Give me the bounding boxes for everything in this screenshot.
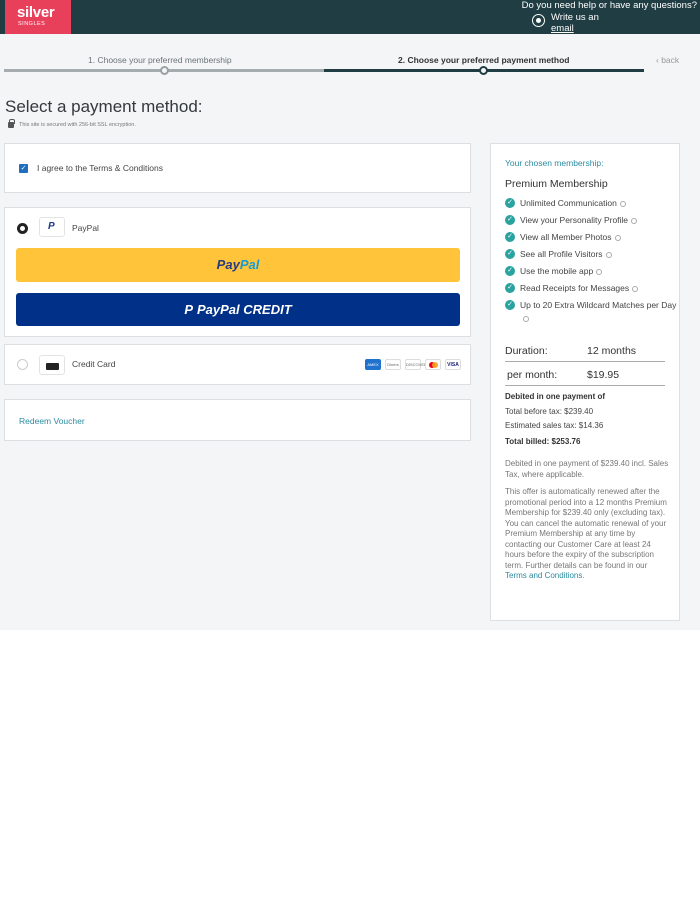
feature-item: ✓ Read Receipts for Messages: [505, 282, 677, 299]
check-icon: ✓: [505, 215, 515, 225]
paypal-credit-button[interactable]: P PayPal CREDIT: [16, 293, 460, 326]
paypal-section: P PayPal PayPal P PayPal CREDIT: [4, 207, 471, 337]
feature-text: Up to 20 Extra Wildcard Matches per Day: [520, 300, 677, 310]
terms-label[interactable]: I agree to the Terms & Conditions: [37, 163, 163, 173]
top-header: silver SINGLES Do you need help or have …: [0, 0, 700, 34]
duration-label: Duration:: [505, 345, 548, 357]
chosen-membership-label: Your chosen membership:: [505, 158, 604, 168]
help-email-icon: [532, 14, 545, 27]
email-link[interactable]: email: [551, 23, 599, 34]
back-link[interactable]: ‹ back: [656, 55, 679, 65]
divider: [505, 385, 665, 386]
lock-icon: [8, 119, 15, 128]
paypal-button-pay: Pay: [216, 257, 240, 272]
info-icon[interactable]: [596, 268, 603, 275]
check-icon: ✓: [505, 300, 515, 310]
redeem-voucher-link[interactable]: Redeem Voucher: [19, 416, 85, 426]
step-1-label[interactable]: 1. Choose your preferred membership: [88, 55, 232, 65]
plan-name: Premium Membership: [505, 178, 608, 190]
check-icon: ✓: [505, 198, 515, 208]
total-billed: Total billed: $253.76: [505, 437, 581, 446]
help-question: Do you need help or have any questions?: [521, 0, 697, 11]
terms-section: ✓ I agree to the Terms & Conditions: [4, 143, 471, 193]
credit-card-icon: [39, 355, 65, 375]
info-icon[interactable]: [632, 285, 639, 292]
total-before-tax: Total before tax: $239.40: [505, 407, 594, 416]
feature-text: Unlimited Communication: [520, 198, 617, 208]
credit-card-section: Credit Card AMEX Diners DISCOVER VISA: [4, 344, 471, 385]
divider: [505, 361, 665, 362]
feature-text: View your Personality Profile: [520, 215, 629, 225]
paypal-button[interactable]: PayPal: [16, 248, 460, 282]
write-us-label: Write us an: [551, 12, 599, 23]
renewal-note: This offer is automatically renewed afte…: [505, 487, 671, 582]
estimated-sales-tax: Estimated sales tax: $14.36: [505, 421, 604, 430]
info-icon[interactable]: [619, 200, 626, 207]
feature-item: ✓ Unlimited Communication: [505, 197, 677, 214]
debited-title: Debited in one payment of: [505, 392, 606, 401]
amex-logo-icon: AMEX: [365, 359, 381, 370]
feature-text: See all Profile Visitors: [520, 249, 603, 259]
duration-row: Duration: 12 months: [505, 345, 665, 357]
credit-card-label[interactable]: Credit Card: [72, 359, 115, 369]
info-icon[interactable]: [631, 217, 638, 224]
mastercard-logo-icon: [425, 359, 441, 370]
ssl-note: This site is secured with 256-bit SSL en…: [19, 122, 136, 128]
debit-note: Debited in one payment of $239.40 incl. …: [505, 459, 669, 479]
discover-logo-icon: DISCOVER: [405, 359, 427, 370]
paypal-button-pal: Pal: [239, 257, 260, 272]
voucher-section: Redeem Voucher: [4, 399, 471, 441]
check-icon: ✓: [505, 283, 515, 293]
info-icon[interactable]: [614, 234, 621, 241]
renewal-text: This offer is automatically renewed afte…: [505, 487, 667, 570]
paypal-credit-label: PayPal CREDIT: [197, 302, 292, 317]
logo-subtext: SINGLES: [18, 21, 46, 27]
paypal-label[interactable]: PayPal: [72, 223, 99, 233]
check-icon: ✓: [505, 266, 515, 276]
feature-list: ✓ Unlimited Communication ✓ View your Pers…: [505, 197, 677, 329]
step-2-label: 2. Choose your preferred payment method: [398, 55, 570, 65]
renewal-period: .: [582, 571, 585, 580]
credit-card-radio[interactable]: [17, 359, 28, 370]
feature-item: ✓ View all Member Photos: [505, 231, 677, 248]
feature-item: ✓ Use the mobile app: [505, 265, 677, 282]
logo-text: silver: [17, 4, 55, 21]
check-icon: ✓: [505, 249, 515, 259]
feature-text: Use the mobile app: [520, 266, 594, 276]
step-1-dot[interactable]: [160, 66, 169, 75]
feature-text: Read Receipts for Messages: [520, 283, 630, 293]
step-2-dot: [479, 66, 488, 75]
silver-singles-logo[interactable]: silver SINGLES: [5, 0, 71, 34]
paypal-icon: P: [39, 217, 65, 237]
feature-text: View all Member Photos: [520, 232, 612, 242]
paypal-radio[interactable]: [17, 223, 28, 234]
membership-summary: Your chosen membership: Premium Membersh…: [490, 143, 680, 621]
info-icon[interactable]: [523, 315, 529, 322]
check-icon: ✓: [505, 232, 515, 242]
info-icon[interactable]: [605, 251, 612, 258]
page-title: Select a payment method:: [5, 97, 203, 116]
write-us-text: Write us an email: [551, 12, 599, 34]
feature-item: ✓ See all Profile Visitors: [505, 248, 677, 265]
terms-checkbox[interactable]: ✓: [19, 164, 28, 173]
visa-logo-icon: VISA: [445, 359, 461, 370]
per-month-value: $19.95: [587, 369, 620, 381]
feature-item: ✓ View your Personality Profile: [505, 214, 677, 231]
duration-value: 12 months: [587, 345, 637, 357]
per-month-row: per month: $19.95: [507, 369, 667, 381]
terms-conditions-link[interactable]: Terms and Conditions: [505, 571, 582, 580]
per-month-label: per month:: [507, 369, 558, 381]
paypal-p-icon: P: [184, 302, 193, 317]
feature-item: ✓ Up to 20 Extra Wildcard Matches per Day: [505, 299, 677, 329]
diners-logo-icon: Diners: [385, 359, 401, 370]
